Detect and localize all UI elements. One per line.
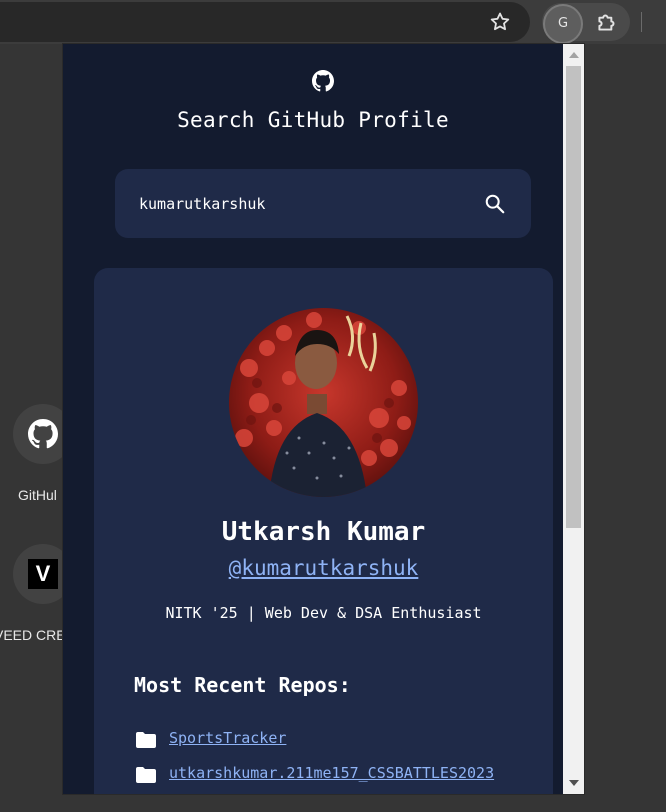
profile-name: Utkarsh Kumar bbox=[221, 517, 426, 547]
github-icon bbox=[28, 419, 58, 449]
search-input[interactable] bbox=[137, 191, 461, 217]
avatar bbox=[229, 308, 418, 497]
search-box bbox=[115, 169, 531, 238]
extension-popup: Search GitHub Profile kumarutkarshuk Utk… bbox=[63, 44, 584, 794]
extension-avatar-button[interactable]: G bbox=[543, 4, 583, 44]
shortcut-github-label: GitHul bbox=[18, 487, 57, 503]
repos-heading: Most Recent Repos: bbox=[134, 673, 351, 697]
toolbar-divider bbox=[641, 12, 642, 32]
browser-toolbar: G bbox=[0, 0, 666, 44]
extensions-puzzle-icon[interactable] bbox=[594, 9, 620, 35]
popup-title: Search GitHub Profile bbox=[177, 108, 449, 132]
repo-link[interactable]: SportsTracker bbox=[169, 729, 286, 747]
bookmark-star-icon[interactable] bbox=[488, 10, 512, 34]
address-bar[interactable] bbox=[0, 2, 530, 42]
popup-scrollbar[interactable] bbox=[563, 44, 584, 794]
shortcut-veed-label: VEED CRE bbox=[0, 627, 66, 643]
scroll-down-arrow-icon[interactable] bbox=[569, 780, 579, 786]
folder-icon bbox=[136, 767, 156, 783]
scroll-thumb[interactable] bbox=[566, 66, 581, 528]
profile-card: Utkarsh Kumar @kumarutkarshuk NITK '25 |… bbox=[94, 268, 553, 794]
search-icon[interactable] bbox=[484, 193, 506, 215]
profile-handle-link[interactable]: @kumarutkarshuk bbox=[94, 556, 553, 580]
scroll-up-arrow-icon[interactable] bbox=[569, 52, 579, 58]
github-icon bbox=[312, 70, 334, 92]
profile-bio: NITK '25 | Web Dev & DSA Enthusiast bbox=[165, 604, 482, 622]
repo-link[interactable]: utkarshkumar.211me157_CSSBATTLES2023 bbox=[169, 764, 494, 782]
folder-icon bbox=[136, 732, 156, 748]
veed-logo-icon: V bbox=[28, 559, 58, 589]
